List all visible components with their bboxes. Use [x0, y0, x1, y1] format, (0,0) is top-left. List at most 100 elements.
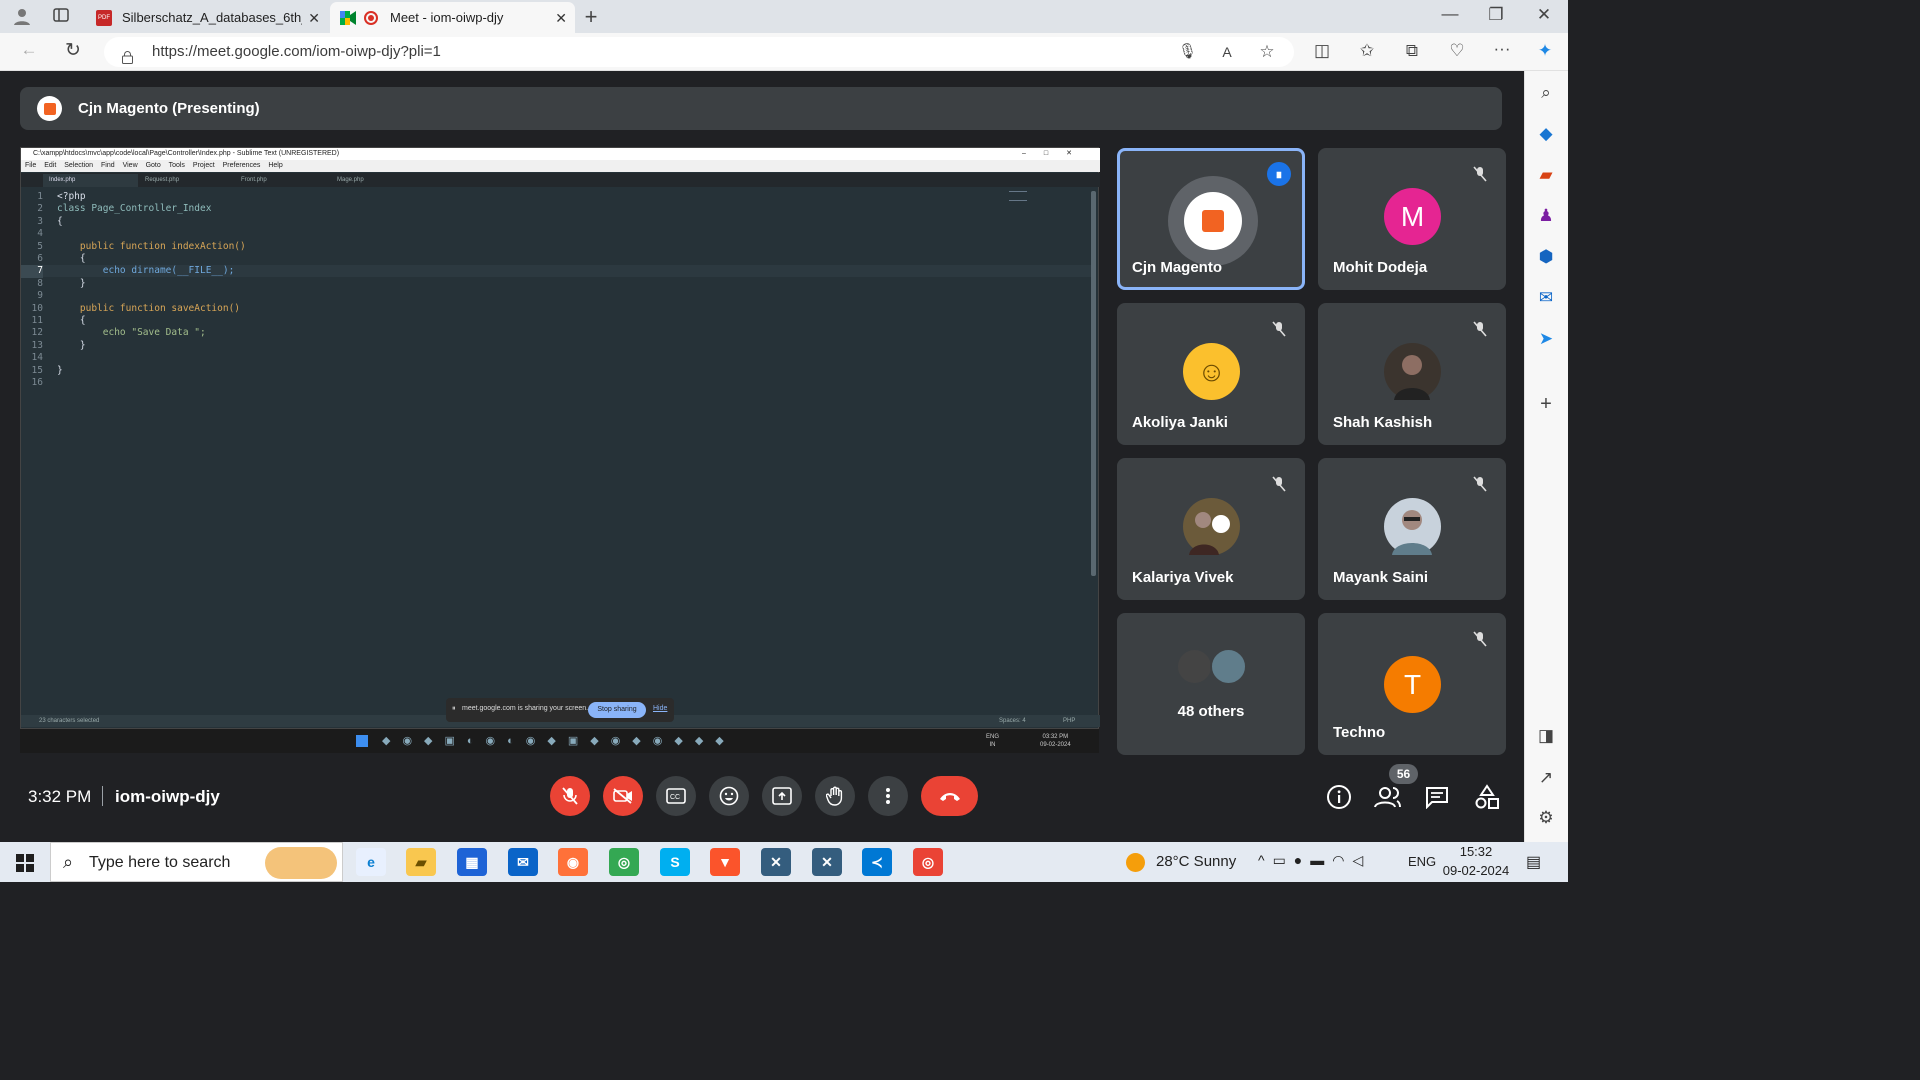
tab-meet[interactable]: Meet - iom-oiwp-djy ✕ — [330, 2, 575, 33]
back-icon[interactable]: ← — [18, 40, 40, 60]
microphone-icon[interactable]: 🎙 — [1178, 37, 1197, 67]
mail-icon[interactable]: ✉ — [508, 848, 538, 876]
participant-tile[interactable]: Kalariya Vivek — [1117, 458, 1305, 600]
split-screen-icon[interactable]: ◫ — [1312, 41, 1332, 61]
editor-scrollbar[interactable] — [1091, 191, 1096, 576]
sublime-tab[interactable]: Request.php — [139, 174, 234, 187]
profile-icon[interactable] — [10, 6, 34, 28]
chrome-icon-2[interactable]: ◎ — [913, 848, 943, 876]
add-sidebar-app-icon[interactable]: + — [1535, 393, 1557, 416]
mysql-workbench-icon-2[interactable]: ✕ — [812, 848, 842, 876]
people-button[interactable] — [1373, 784, 1403, 810]
minimize-icon[interactable]: — — [1440, 4, 1460, 24]
menu-file[interactable]: File — [25, 162, 36, 169]
camera-toggle-button[interactable] — [603, 776, 643, 816]
menu-preferences[interactable]: Preferences — [223, 162, 261, 169]
stop-sharing-button[interactable]: Stop sharing — [588, 702, 646, 718]
sublime-tab[interactable]: Mage.php — [331, 174, 426, 187]
sublime-tab[interactable]: Front.php — [235, 174, 330, 187]
tools-icon[interactable]: ▰ — [1535, 165, 1557, 185]
present-button[interactable] — [762, 776, 802, 816]
chrome-icon[interactable]: ◎ — [609, 848, 639, 876]
menu-help[interactable]: Help — [268, 162, 282, 169]
close-tab-icon[interactable]: ✕ — [555, 10, 567, 27]
hide-link[interactable]: Hide — [653, 705, 667, 712]
restore-icon[interactable]: ❐ — [1486, 5, 1506, 25]
participant-tile[interactable]: ∎ Cjn Magento — [1117, 148, 1305, 290]
file-explorer-icon[interactable]: ▰ — [406, 848, 436, 876]
vscode-icon[interactable]: ≺ — [862, 848, 892, 876]
copilot-icon[interactable]: ✦ — [1534, 41, 1556, 61]
captions-button[interactable]: CC — [656, 776, 696, 816]
status-syntax[interactable]: PHP — [1063, 715, 1075, 727]
tab-pdf[interactable]: PDF Silberschatz_A_databases_6th_ed ✕ — [86, 2, 328, 33]
participant-tile[interactable]: T Techno — [1318, 613, 1506, 755]
participant-tile[interactable]: ☺ Akoliya Janki — [1117, 303, 1305, 445]
menu-edit[interactable]: Edit — [44, 162, 56, 169]
participant-tile[interactable]: M Mohit Dodeja — [1318, 148, 1506, 290]
read-aloud-icon[interactable]: A — [1218, 37, 1236, 67]
participant-tile[interactable]: Mayank Saini — [1318, 458, 1506, 600]
menu-selection[interactable]: Selection — [64, 162, 93, 169]
more-menu-icon[interactable]: ··· — [1492, 39, 1512, 59]
mysql-workbench-icon[interactable]: ✕ — [761, 848, 791, 876]
microsoft365-icon[interactable]: ⬢ — [1535, 247, 1557, 267]
tab-actions-icon[interactable] — [50, 6, 72, 28]
favorites-icon[interactable]: ✩ — [1357, 41, 1377, 61]
close-tab-icon[interactable]: ✕ — [308, 10, 320, 27]
code-editor[interactable]: 1 <?php 2 class Page_Controller_Index 3{ 4… — [21, 191, 1096, 715]
leave-call-button[interactable] — [921, 776, 978, 816]
browser-essentials-icon[interactable]: ♡ — [1447, 41, 1467, 61]
activities-button[interactable] — [1474, 784, 1500, 810]
status-spaces[interactable]: Spaces: 4 — [999, 715, 1026, 727]
sublime-tab[interactable]: Index.php — [43, 174, 138, 187]
firefox-icon[interactable]: ◉ — [558, 848, 588, 876]
tab-label: Silberschatz_A_databases_6th_ed — [122, 10, 302, 25]
reactions-button[interactable] — [709, 776, 749, 816]
menu-find[interactable]: Find — [101, 162, 115, 169]
notification-icon[interactable]: ▤ — [1526, 852, 1541, 872]
line-number: 4 — [37, 228, 43, 240]
menu-goto[interactable]: Goto — [146, 162, 161, 169]
others-tile[interactable]: 48 others — [1117, 613, 1305, 755]
new-tab-icon[interactable]: + — [580, 4, 602, 30]
close-window-icon[interactable]: ✕ — [1534, 5, 1554, 25]
menu-project[interactable]: Project — [193, 162, 215, 169]
code-text: { — [57, 253, 86, 264]
store-icon[interactable]: ▦ — [457, 848, 487, 876]
participant-tile[interactable]: Shah Kashish — [1318, 303, 1506, 445]
chat-button[interactable] — [1425, 785, 1449, 810]
tray-icons[interactable]: ^▭●▬◠◁ — [1258, 852, 1371, 869]
games-icon[interactable]: ♟ — [1535, 206, 1557, 226]
minimap[interactable] — [1009, 191, 1027, 201]
code-line: 12 echo "Save Data "; — [21, 327, 1096, 339]
brave-icon[interactable]: ▼ — [710, 848, 740, 876]
sidebar-toggle-icon[interactable]: ◨ — [1535, 726, 1557, 746]
menu-tools[interactable]: Tools — [169, 162, 185, 169]
weather-text[interactable]: 28°C Sunny — [1156, 853, 1236, 870]
menu-view[interactable]: View — [123, 162, 138, 169]
collections-icon[interactable]: ⧉ — [1402, 41, 1422, 61]
more-options-button[interactable] — [868, 776, 908, 816]
edge-taskbar-icon[interactable]: e — [356, 848, 386, 876]
taskbar-search-box[interactable]: ⌕ Type here to search — [50, 842, 343, 882]
mic-toggle-button[interactable] — [550, 776, 590, 816]
external-link-icon[interactable]: ↗ — [1535, 768, 1557, 788]
skype-icon[interactable]: S — [660, 848, 690, 876]
taskbar-time[interactable]: 15:32 — [1446, 844, 1506, 859]
refresh-icon[interactable]: ↻ — [62, 39, 84, 62]
drop-icon[interactable]: ➤ — [1535, 329, 1557, 349]
line-number: 5 — [37, 240, 43, 252]
outlook-icon[interactable]: ✉ — [1535, 288, 1557, 308]
shopping-icon[interactable]: ◆ — [1535, 124, 1557, 144]
meeting-details-button[interactable] — [1326, 784, 1352, 810]
windows-start-icon[interactable] — [16, 854, 34, 872]
raise-hand-button[interactable] — [815, 776, 855, 816]
taskbar-date[interactable]: 09-02-2024 — [1440, 863, 1512, 878]
emoji-icon — [719, 786, 739, 806]
settings-gear-icon[interactable]: ⚙ — [1535, 808, 1557, 828]
url-field[interactable]: https://meet.google.com/iom-oiwp-djy?pli… — [104, 37, 1294, 67]
tray-language[interactable]: ENG — [1408, 854, 1436, 869]
favorite-icon[interactable]: ☆ — [1258, 37, 1276, 67]
search-icon[interactable]: ⌕ — [1535, 83, 1557, 103]
